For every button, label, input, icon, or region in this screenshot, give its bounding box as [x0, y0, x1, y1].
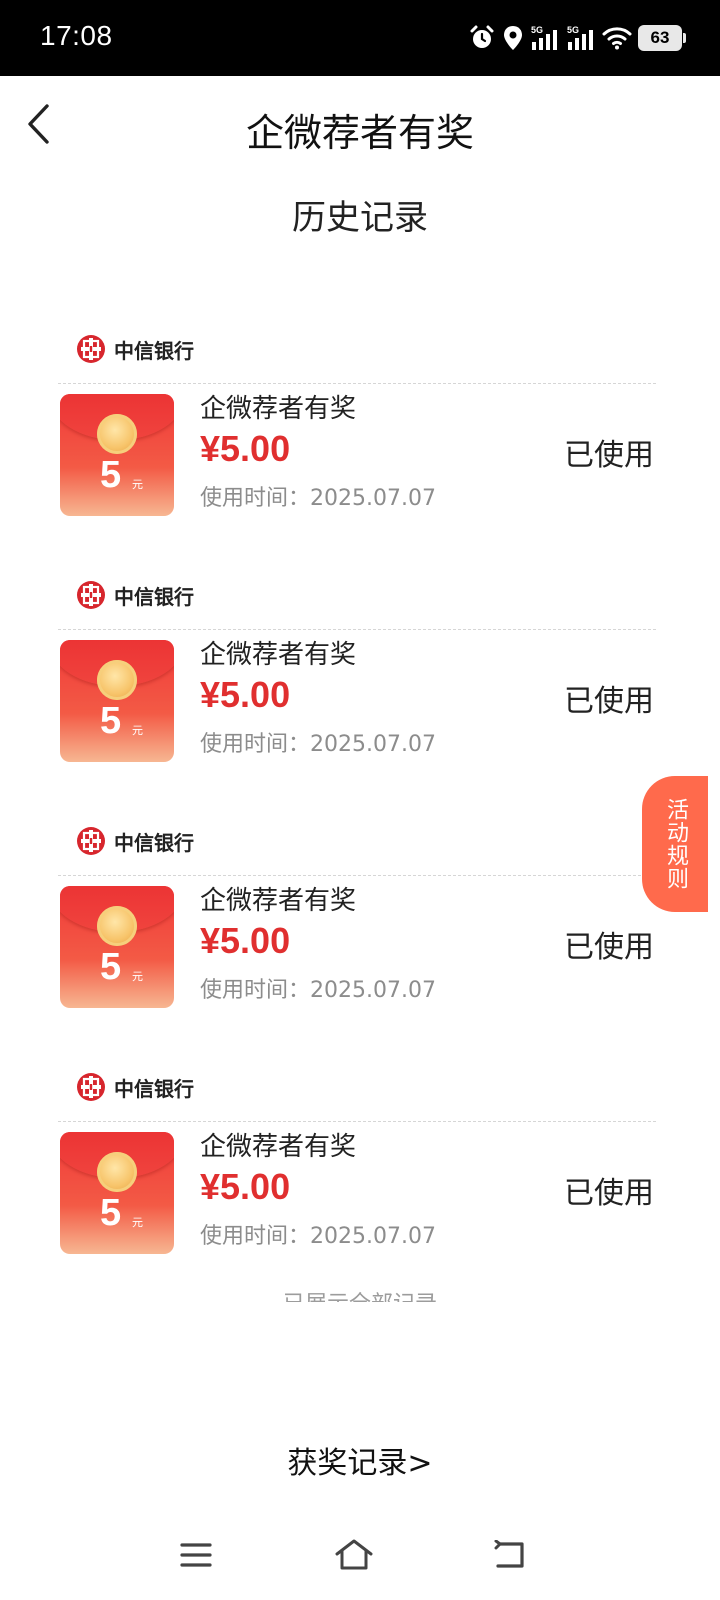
coin-icon	[97, 414, 137, 454]
menu-button[interactable]	[166, 1530, 226, 1580]
navigation-bar	[0, 1530, 720, 1600]
envelope-value: 5	[100, 700, 122, 742]
envelope-unit: 元	[132, 1216, 143, 1229]
citic-logo-icon	[77, 827, 105, 855]
end-note-text: 已展示全部记录	[283, 1292, 437, 1302]
coin-icon	[97, 1152, 137, 1192]
citic-logo-icon	[77, 335, 105, 363]
svg-text:5G: 5G	[567, 25, 579, 35]
home-icon	[335, 1539, 373, 1570]
back-nav-button[interactable]	[480, 1530, 540, 1580]
return-icon	[494, 1540, 524, 1568]
list-item[interactable]: 中信银行 5 元 企微荐者有奖 ¥5.00 使用时间：2025.07.07 已使…	[58, 576, 656, 822]
coin-icon	[97, 906, 137, 946]
divider	[58, 629, 656, 630]
list-item[interactable]: 中信银行 5 元 企微荐者有奖 ¥5.00 使用时间：2025.07.07 已使…	[58, 330, 656, 576]
record-status: 已使用	[564, 930, 654, 965]
signal-icon: 5G	[531, 25, 557, 50]
envelope-unit: 元	[132, 478, 143, 491]
record-time: 使用时间：2025.07.07	[200, 1224, 436, 1249]
section-title: 历史记录	[292, 198, 428, 238]
end-note: 已展示全部记录	[0, 1284, 720, 1302]
menu-icon	[180, 1543, 212, 1567]
record-status: 已使用	[564, 438, 654, 473]
bank-row: 中信银行	[76, 332, 194, 366]
divider	[58, 1121, 656, 1122]
status-icons: 5G 5G 63	[468, 22, 686, 54]
bank-name: 中信银行	[114, 1076, 194, 1101]
divider	[58, 875, 656, 876]
bank-row: 中信银行	[76, 578, 194, 612]
svg-text:5G: 5G	[531, 25, 543, 35]
header: 企微荐者有奖	[0, 76, 720, 176]
record-status: 已使用	[564, 1176, 654, 1211]
activity-rules-button[interactable]: 活动规则	[642, 776, 708, 912]
envelope-unit: 元	[132, 724, 143, 737]
home-button[interactable]	[324, 1530, 384, 1580]
record-list: 中信银行 5 元 企微荐者有奖 ¥5.00 使用时间：2025.07.07 已使…	[58, 330, 656, 1314]
record-status: 已使用	[564, 684, 654, 719]
page-title: 企微荐者有奖	[245, 111, 474, 155]
record-amount: ¥5.00	[200, 428, 291, 469]
record-amount: ¥5.00	[200, 1166, 291, 1207]
record-time: 使用时间：2025.07.07	[200, 486, 436, 511]
bank-name: 中信银行	[114, 830, 194, 855]
red-envelope-icon: 5 元	[60, 640, 174, 762]
red-envelope-icon: 5 元	[60, 1132, 174, 1254]
envelope-value: 5	[100, 946, 122, 988]
record-amount: ¥5.00	[200, 920, 291, 961]
awards-record-link[interactable]: 获奖记录>	[0, 1438, 720, 1482]
record-name: 企微荐者有奖	[200, 886, 357, 916]
wifi-icon	[602, 27, 632, 50]
alarm-icon	[470, 25, 494, 48]
status-bar: 17:08 5G 5G 63	[0, 0, 720, 76]
red-envelope-icon: 5 元	[60, 394, 174, 516]
red-envelope-icon: 5 元	[60, 886, 174, 1008]
status-time: 17:08	[40, 20, 113, 51]
record-name: 企微荐者有奖	[200, 1132, 357, 1162]
battery-indicator: 63	[638, 25, 686, 51]
record-name: 企微荐者有奖	[200, 640, 357, 670]
envelope-value: 5	[100, 1192, 122, 1234]
envelope-value: 5	[100, 454, 122, 496]
citic-logo-icon	[77, 1073, 105, 1101]
record-time: 使用时间：2025.07.07	[200, 732, 436, 757]
citic-logo-icon	[77, 581, 105, 609]
divider	[58, 383, 656, 384]
record-amount: ¥5.00	[200, 674, 291, 715]
bank-name: 中信银行	[114, 584, 194, 609]
coin-icon	[97, 660, 137, 700]
bank-row: 中信银行	[76, 1070, 194, 1104]
list-item[interactable]: 中信银行 5 元 企微荐者有奖 ¥5.00 使用时间：2025.07.07 已使…	[58, 1068, 656, 1314]
bank-name: 中信银行	[114, 338, 194, 363]
envelope-unit: 元	[132, 970, 143, 983]
list-item[interactable]: 中信银行 5 元 企微荐者有奖 ¥5.00 使用时间：2025.07.07 已使…	[58, 822, 656, 1068]
record-time: 使用时间：2025.07.07	[200, 978, 436, 1003]
signal-icon: 5G	[567, 25, 593, 50]
location-icon	[504, 26, 522, 50]
record-name: 企微荐者有奖	[200, 394, 357, 424]
bank-row: 中信银行	[76, 824, 194, 858]
